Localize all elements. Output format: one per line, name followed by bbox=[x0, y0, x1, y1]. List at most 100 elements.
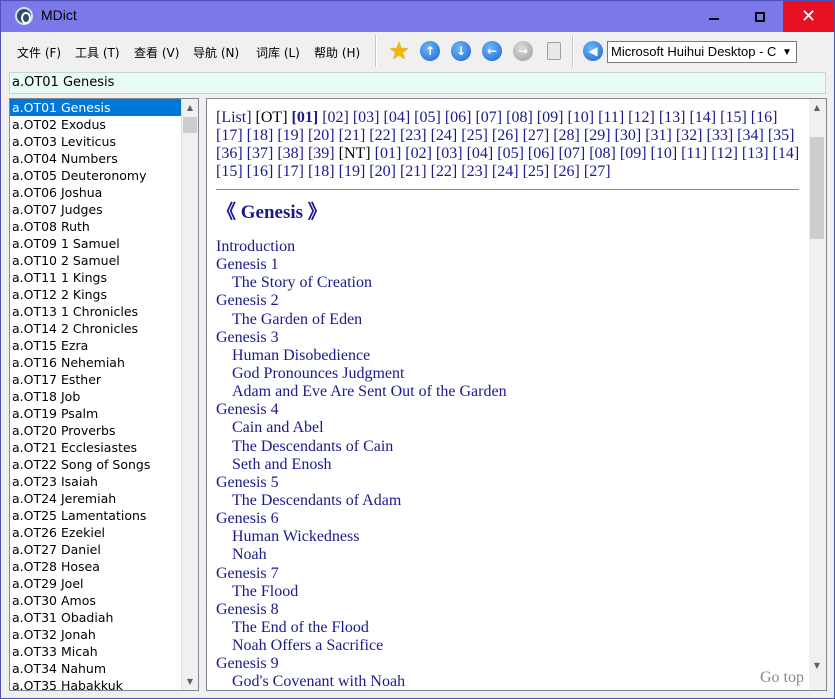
list-item[interactable]: a.OT01 Genesis bbox=[10, 99, 181, 116]
nt-book-link[interactable]: [19] bbox=[339, 163, 366, 180]
ot-book-link[interactable]: [32] bbox=[676, 127, 703, 144]
ot-book-link[interactable]: [10] bbox=[567, 109, 594, 126]
ot-book-link[interactable]: [31] bbox=[645, 127, 672, 144]
close-button[interactable]: ✕ bbox=[783, 1, 834, 32]
nt-book-link[interactable]: [26] bbox=[553, 163, 580, 180]
speak-button[interactable]: ◀ bbox=[582, 40, 604, 62]
list-item[interactable]: a.OT33 Micah bbox=[10, 643, 181, 660]
chapter-link[interactable]: Genesis 2 bbox=[216, 292, 796, 310]
menu-tools[interactable]: 工具 (T) bbox=[75, 44, 120, 61]
list-item[interactable]: a.OT18 Job bbox=[10, 388, 181, 405]
scroll-down-icon[interactable]: ▼ bbox=[809, 657, 825, 674]
list-item[interactable]: a.OT30 Amos bbox=[10, 592, 181, 609]
list-item[interactable]: a.OT15 Ezra bbox=[10, 337, 181, 354]
nt-book-link[interactable]: [17] bbox=[277, 163, 304, 180]
section-link[interactable]: Seth and Enosh bbox=[216, 456, 796, 474]
ot-book-link[interactable]: [37] bbox=[247, 145, 274, 162]
list-item[interactable]: a.OT16 Nehemiah bbox=[10, 354, 181, 371]
section-link[interactable]: The Descendants of Cain bbox=[216, 438, 796, 456]
list-item[interactable]: a.OT31 Obadiah bbox=[10, 609, 181, 626]
section-link[interactable]: Noah Offers a Sacrifice bbox=[216, 637, 796, 655]
ot-book-link[interactable]: [27] bbox=[523, 127, 550, 144]
ot-book-link[interactable]: [17] bbox=[216, 127, 243, 144]
back-button[interactable]: ← bbox=[481, 40, 503, 62]
list-item[interactable]: a.OT35 Habakkuk bbox=[10, 677, 181, 690]
section-link[interactable]: The End of the Flood bbox=[216, 619, 796, 637]
list-item[interactable]: a.OT03 Leviticus bbox=[10, 133, 181, 150]
maximize-button[interactable] bbox=[737, 1, 783, 32]
ot-book-link[interactable]: [07] bbox=[475, 109, 502, 126]
ot-book-link[interactable]: [15] bbox=[720, 109, 747, 126]
section-link[interactable]: The Flood bbox=[216, 583, 796, 601]
menu-help[interactable]: 帮助 (H) bbox=[314, 44, 360, 61]
section-link[interactable]: God Pronounces Judgment bbox=[216, 365, 796, 383]
list-item[interactable]: a.OT04 Numbers bbox=[10, 150, 181, 167]
ot-book-link[interactable]: [02] bbox=[322, 109, 349, 126]
list-item[interactable]: a.OT11 1 Kings bbox=[10, 269, 181, 286]
title-bar[interactable]: MDict ✕ bbox=[1, 1, 834, 32]
chapter-link[interactable]: Genesis 8 bbox=[216, 601, 796, 619]
ot-book-link[interactable]: [28] bbox=[553, 127, 580, 144]
ot-book-link[interactable]: [23] bbox=[400, 127, 427, 144]
nt-book-link[interactable]: [03] bbox=[436, 145, 463, 162]
search-input[interactable]: a.OT01 Genesis bbox=[9, 72, 826, 94]
section-link[interactable]: The Garden of Eden bbox=[216, 311, 796, 329]
nt-book-link[interactable]: [24] bbox=[492, 163, 519, 180]
ot-book-link[interactable]: [35] bbox=[768, 127, 795, 144]
nt-book-link[interactable]: [22] bbox=[431, 163, 458, 180]
section-link[interactable]: God's Covenant with Noah bbox=[216, 673, 796, 690]
ot-book-link[interactable]: [19] bbox=[277, 127, 304, 144]
list-item[interactable]: a.OT08 Ruth bbox=[10, 218, 181, 235]
chevron-down-icon[interactable]: ▼ bbox=[779, 43, 795, 61]
list-item[interactable]: a.OT26 Ezekiel bbox=[10, 524, 181, 541]
scroll-up-icon[interactable]: ▲ bbox=[809, 99, 825, 116]
current-book-link[interactable]: [01] bbox=[292, 109, 319, 126]
menu-view[interactable]: 查看 (V) bbox=[134, 44, 179, 61]
ot-book-link[interactable]: [11] bbox=[598, 109, 624, 126]
list-item[interactable]: a.OT13 1 Chronicles bbox=[10, 303, 181, 320]
minimize-button[interactable] bbox=[691, 1, 737, 32]
nt-book-link[interactable]: [25] bbox=[523, 163, 550, 180]
list-item[interactable]: a.OT10 2 Samuel bbox=[10, 252, 181, 269]
section-link[interactable]: Noah bbox=[216, 546, 796, 564]
ot-book-link[interactable]: [05] bbox=[414, 109, 441, 126]
ot-book-link[interactable]: [09] bbox=[537, 109, 564, 126]
list-link[interactable]: [List] bbox=[216, 109, 252, 126]
nt-book-link[interactable]: [11] bbox=[681, 145, 707, 162]
scroll-thumb[interactable] bbox=[810, 137, 824, 239]
scroll-thumb[interactable] bbox=[183, 117, 197, 133]
ot-book-link[interactable]: [26] bbox=[492, 127, 519, 144]
section-link[interactable]: Human Disobedience bbox=[216, 347, 796, 365]
ot-book-link[interactable]: [20] bbox=[308, 127, 335, 144]
nt-book-link[interactable]: [05] bbox=[497, 145, 524, 162]
list-item[interactable]: a.OT02 Exodus bbox=[10, 116, 181, 133]
ot-book-link[interactable]: [08] bbox=[506, 109, 533, 126]
nt-book-link[interactable]: [15] bbox=[216, 163, 243, 180]
chapter-link[interactable]: Genesis 7 bbox=[216, 565, 796, 583]
nt-book-link[interactable]: [20] bbox=[369, 163, 396, 180]
next-entry-button[interactable]: ↓ bbox=[450, 40, 472, 62]
list-item[interactable]: a.OT23 Isaiah bbox=[10, 473, 181, 490]
list-item[interactable]: a.OT25 Lamentations bbox=[10, 507, 181, 524]
nt-book-link[interactable]: [13] bbox=[742, 145, 769, 162]
forward-button[interactable]: → bbox=[512, 40, 534, 62]
ot-book-link[interactable]: [04] bbox=[384, 109, 411, 126]
nt-book-link[interactable]: [16] bbox=[247, 163, 274, 180]
ot-book-link[interactable]: [36] bbox=[216, 145, 243, 162]
section-link[interactable]: Cain and Abel bbox=[216, 419, 796, 437]
go-top-link[interactable]: Go top bbox=[760, 669, 804, 687]
list-item[interactable]: a.OT19 Psalm bbox=[10, 405, 181, 422]
list-item[interactable]: a.OT22 Song of Songs bbox=[10, 456, 181, 473]
ot-book-link[interactable]: [16] bbox=[751, 109, 778, 126]
chapter-link[interactable]: Genesis 6 bbox=[216, 510, 796, 528]
ot-book-link[interactable]: [25] bbox=[461, 127, 488, 144]
nt-book-link[interactable]: [07] bbox=[559, 145, 586, 162]
nt-book-link[interactable]: [09] bbox=[620, 145, 647, 162]
chapter-link[interactable]: Genesis 4 bbox=[216, 401, 796, 419]
section-link[interactable]: The Descendants of Adam bbox=[216, 492, 796, 510]
nt-book-link[interactable]: [01] bbox=[375, 145, 402, 162]
menu-navigate[interactable]: 导航 (N) bbox=[193, 44, 239, 61]
list-item[interactable]: a.OT20 Proverbs bbox=[10, 422, 181, 439]
section-link[interactable]: Adam and Eve Are Sent Out of the Garden bbox=[216, 383, 796, 401]
word-list-scrollbar[interactable]: ▲ ▼ bbox=[181, 99, 198, 690]
